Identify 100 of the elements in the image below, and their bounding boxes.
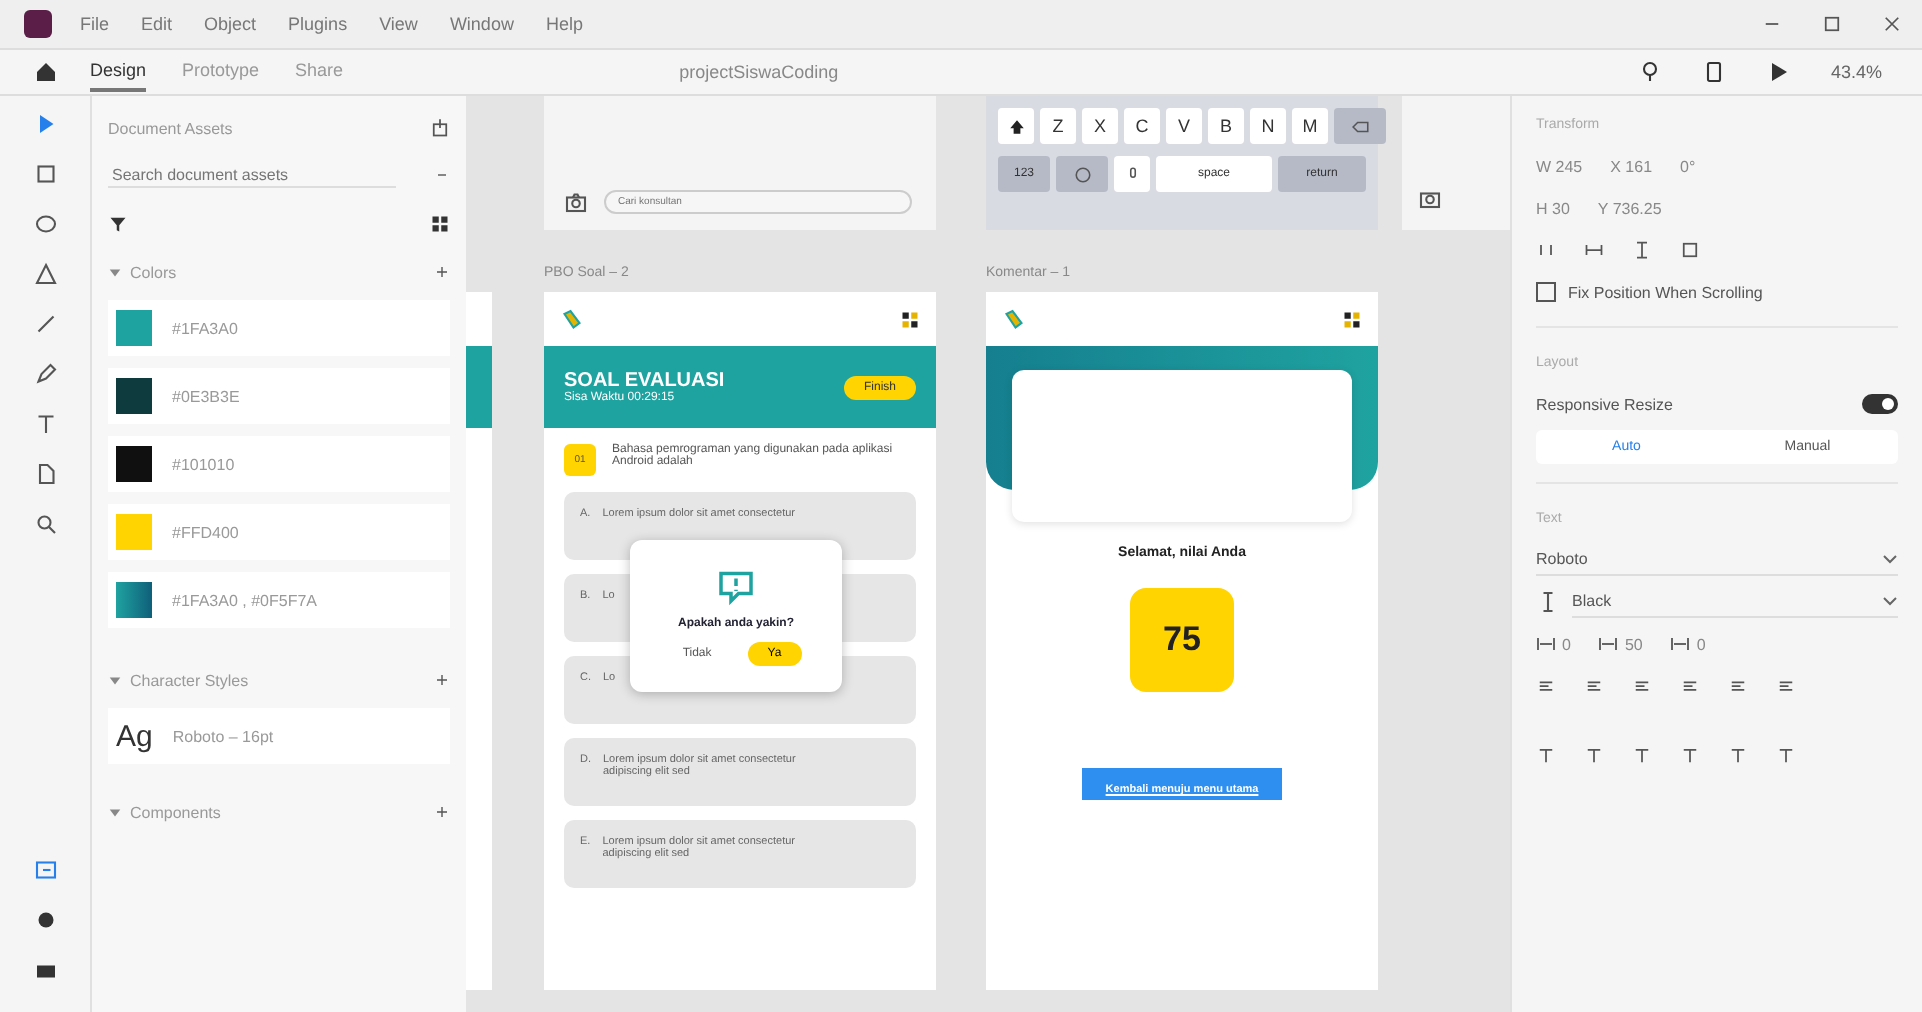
height-field[interactable]: H 30 (1536, 199, 1570, 217)
flip-vertical-icon[interactable] (1632, 240, 1652, 260)
menu-item[interactable]: Edit (141, 14, 173, 34)
section-header[interactable]: Components (130, 803, 221, 821)
y-field[interactable]: Y 736.25 (1597, 199, 1662, 217)
panel-title: Document Assets (108, 119, 233, 137)
align-right-icon[interactable] (1632, 676, 1652, 696)
keyboard-key: X (1082, 108, 1118, 144)
menu-item[interactable]: Plugins (288, 14, 348, 34)
spacing-icon (1536, 634, 1556, 654)
flip-horizontal-icon[interactable] (1584, 240, 1604, 260)
spacing-icon (1670, 634, 1691, 654)
rectangle-icon[interactable] (33, 162, 57, 186)
auto-height-icon[interactable] (1728, 676, 1748, 696)
camera-icon (564, 190, 588, 214)
grid-view-icon[interactable] (430, 214, 450, 234)
rotation-field[interactable]: 0° (1680, 157, 1696, 175)
subscript-icon[interactable] (1728, 746, 1748, 766)
color-swatch-row[interactable]: #1FA3A0 (108, 300, 450, 356)
home-icon[interactable] (33, 60, 57, 84)
keyboard-key: Z (1040, 108, 1076, 144)
x-field[interactable]: X 161 (1610, 157, 1653, 175)
globe-icon (1073, 165, 1091, 183)
chevron-down-icon[interactable] (1882, 592, 1898, 608)
font-dropdown[interactable]: Roboto (1536, 544, 1898, 576)
all-caps-icon[interactable] (1584, 746, 1604, 766)
phone-icon[interactable] (1702, 60, 1727, 84)
underline-icon[interactable] (1536, 746, 1556, 766)
spacing-icon (1598, 634, 1619, 654)
filter-icon[interactable] (108, 214, 128, 234)
color-name: #0E3B3E (172, 387, 240, 405)
chevron-down-icon[interactable] (1882, 550, 1898, 566)
spacing-field[interactable]: 50 (1624, 635, 1643, 653)
character-style-row[interactable]: Ag Roboto – 16pt (108, 708, 450, 764)
triangle-icon[interactable] (33, 262, 57, 286)
color-swatch-row[interactable]: #101010 (108, 436, 450, 492)
color-swatch-row[interactable]: #FFD400 (108, 504, 450, 560)
export-icon[interactable] (430, 118, 450, 138)
keyboard-key: C (1124, 108, 1160, 144)
search-field[interactable]: Search document assets (108, 164, 396, 188)
collapse-icon[interactable] (108, 805, 122, 819)
keyboard-key: N (1250, 108, 1286, 144)
menu-item[interactable]: Window (449, 14, 514, 34)
fixed-width-icon[interactable] (1680, 676, 1700, 696)
collapse-icon[interactable] (108, 673, 122, 687)
color-name: #1FA3A0 , #0F5F7A (172, 591, 317, 609)
weight-dropdown[interactable]: Black (1572, 586, 1898, 618)
text-baseline-icon[interactable] (1776, 746, 1796, 766)
add-icon[interactable] (434, 264, 450, 280)
mode-tab[interactable]: Share (295, 52, 344, 92)
color-swatch-row[interactable]: #0E3B3E (108, 368, 450, 424)
camera-icon (1418, 186, 1442, 210)
pen-icon[interactable] (33, 362, 57, 386)
menu-item[interactable]: Object (204, 14, 257, 34)
menu-item[interactable]: View (379, 14, 418, 34)
assets-icon[interactable] (33, 858, 57, 882)
add-icon[interactable] (434, 672, 450, 688)
keyboard-key: B (1208, 108, 1244, 144)
document-title[interactable]: projectSiswaCoding (679, 62, 839, 82)
logo-icon (1002, 307, 1026, 331)
menu-item[interactable]: Help (545, 14, 583, 34)
zoom-level[interactable]: 43.4% (1830, 62, 1882, 82)
section-header[interactable]: Character Styles (130, 671, 249, 689)
color-name: #101010 (172, 455, 235, 473)
zoom-icon[interactable] (33, 512, 57, 536)
logo-icon (560, 307, 584, 331)
toggle-switch[interactable] (1862, 394, 1898, 414)
maximize-icon[interactable] (1822, 14, 1842, 34)
collapse-icon[interactable] (108, 265, 122, 279)
width-field[interactable]: W 245 (1536, 157, 1583, 175)
mode-tab[interactable]: Prototype (182, 52, 260, 92)
spacing-field[interactable]: 0 (1562, 635, 1571, 653)
keyboard-key: M (1292, 108, 1328, 144)
shift-icon (1007, 117, 1025, 135)
mode-tab[interactable]: Design (90, 52, 147, 92)
play-icon[interactable] (1766, 60, 1791, 84)
text-icon[interactable] (33, 412, 57, 436)
ellipse-icon[interactable] (33, 212, 57, 236)
checkbox[interactable] (1536, 282, 1556, 302)
backspace-icon (1351, 117, 1369, 135)
small-caps-icon[interactable] (1632, 746, 1652, 766)
align-center-icon[interactable] (1584, 676, 1604, 696)
score: 75 (1130, 588, 1234, 692)
plugins-icon[interactable] (33, 908, 57, 932)
section-header[interactable]: Colors (130, 263, 177, 281)
line-icon[interactable] (33, 312, 57, 336)
align-left-icon[interactable] (1536, 676, 1556, 696)
grid-icon (1342, 309, 1362, 329)
menu-item[interactable]: File (80, 14, 110, 34)
artboard-icon[interactable] (33, 462, 57, 486)
close-icon[interactable] (1882, 14, 1902, 34)
app-logo (24, 10, 52, 38)
color-swatch-row[interactable]: #1FA3A0 , #0F5F7A (108, 572, 450, 628)
spacing-field[interactable]: 0 (1696, 635, 1706, 653)
add-icon[interactable] (434, 804, 450, 820)
auto-width-icon[interactable] (1776, 676, 1796, 696)
keyboard-key: V (1166, 108, 1202, 144)
toggle-label: Responsive Resize (1536, 395, 1673, 413)
superscript-icon[interactable] (1680, 746, 1700, 766)
checkbox-label: Fix Position When Scrolling (1568, 283, 1763, 301)
